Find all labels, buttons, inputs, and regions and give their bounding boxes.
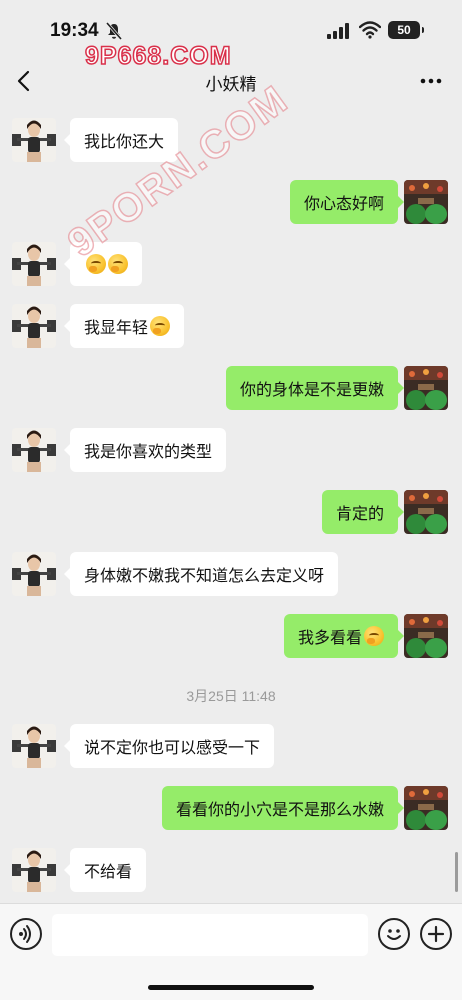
message-text: 我是你喜欢的类型 [84,442,213,461]
message-text: 身体嫩不嫩我不知道怎么去定义呀 [84,566,325,585]
message-bubble-received: 说不定你也可以感受一下 [63,724,275,768]
plus-button[interactable] [420,918,452,950]
voice-icon [19,925,31,943]
message-text: 肯定的 [335,504,384,523]
thinking-face-emoji [86,254,106,274]
chat-timestamp: 3月25日 11:48 [186,688,276,704]
message-text: 说不定你也可以感受一下 [84,738,261,757]
message-text: 你的身体是不是更嫩 [239,380,384,399]
thinking-face-emoji [108,254,128,274]
emoji-button[interactable] [378,918,410,950]
message-row: 我多看看 [0,614,462,662]
message-row: 不给看 [0,848,462,896]
contact-avatar[interactable] [12,304,56,348]
more-icon[interactable] [418,70,444,92]
bell-muted-icon [106,22,122,40]
contact-avatar[interactable] [12,724,56,768]
voice-button[interactable] [10,918,42,950]
message-bubble-received: 我显年轻 [63,304,185,348]
message-row: 我显年轻 [0,304,462,352]
battery-indicator: 50 [388,21,424,39]
message-bubble-received: 不给看 [63,848,147,892]
message-text: 你心态好啊 [303,194,384,213]
cellular-signal-icon [327,23,349,39]
my-avatar[interactable] [404,180,448,224]
chat-title: 小妖精 [205,75,257,95]
home-indicator[interactable] [148,985,314,990]
message-bubble-sent: 你的身体是不是更嫩 [225,366,405,410]
contact-avatar[interactable] [12,848,56,892]
message-text: 不给看 [84,862,133,881]
message-text: 看看你的小穴是不是那么水嫩 [175,800,384,819]
message-text: 我比你还大 [84,132,165,151]
message-row: 我比你还大 [0,118,462,166]
message-row: 说不定你也可以感受一下 [0,724,462,772]
message-row: 肯定的 [0,490,462,538]
chat-scrollbar[interactable] [455,852,458,892]
message-input[interactable] [52,914,368,956]
message-row: 身体嫩不嫩我不知道怎么去定义呀 [0,552,462,600]
message-row [0,242,462,290]
contact-avatar[interactable] [12,552,56,596]
my-avatar[interactable] [404,366,448,410]
chat-header: 小妖精 [0,58,462,106]
message-row: 你心态好啊 [0,180,462,228]
message-bubble-sent: 肯定的 [321,490,405,534]
plus-icon [427,925,445,943]
message-bubble-received: 身体嫩不嫩我不知道怎么去定义呀 [63,552,339,596]
contact-avatar[interactable] [12,118,56,162]
message-text: 我多看看 [297,628,362,647]
contact-avatar[interactable] [12,242,56,286]
message-bubble-sent: 看看你的小穴是不是那么水嫩 [161,786,405,830]
my-avatar[interactable] [404,614,448,658]
emoji-icon [387,929,401,940]
message-text: 我显年轻 [84,318,149,337]
message-row: 你的身体是不是更嫩 [0,366,462,414]
message-bubble-sent: 你心态好啊 [289,180,405,224]
contact-avatar[interactable] [12,428,56,472]
my-avatar[interactable] [404,786,448,830]
wifi-icon [359,21,381,39]
message-bubble-received: 我比你还大 [63,118,179,162]
message-bubble-received [64,242,142,286]
thinking-face-emoji [364,626,384,646]
thinking-face-emoji [150,316,171,336]
my-avatar[interactable] [404,490,448,534]
message-bubble-sent: 我多看看 [283,614,405,658]
message-row: 我是你喜欢的类型 [0,428,462,476]
message-row: 看看你的小穴是不是那么水嫩 [0,786,462,834]
status-time: 19:34 [50,20,99,41]
message-bubble-received: 我是你喜欢的类型 [63,428,227,472]
